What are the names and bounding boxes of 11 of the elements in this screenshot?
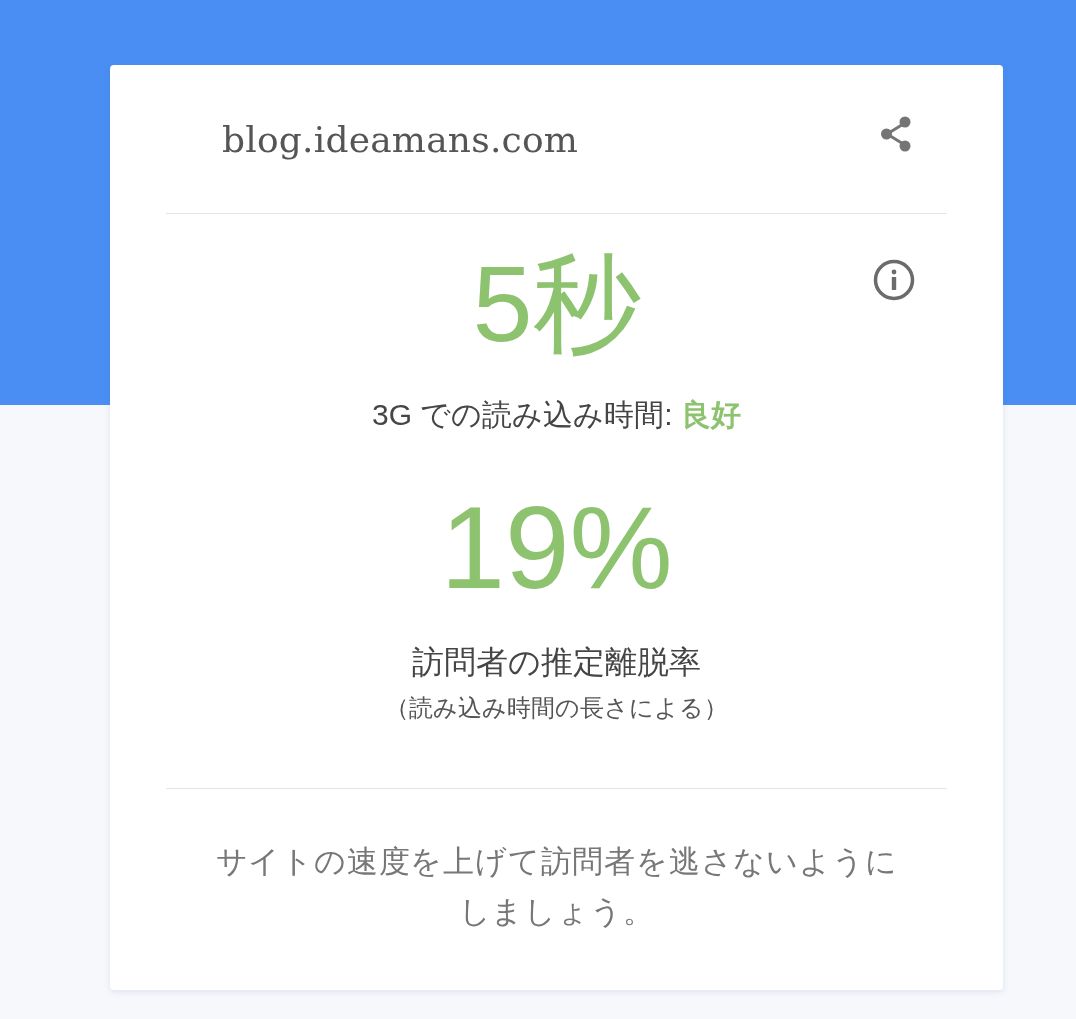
bounce-rate-note: （読み込み時間の長さによる） bbox=[384, 693, 729, 723]
load-time-value: 5秒 bbox=[472, 244, 641, 364]
site-domain: blog.ideamans.com bbox=[222, 118, 579, 160]
share-icon bbox=[880, 116, 912, 152]
bounce-rate-value: 19% bbox=[440, 486, 673, 610]
info-button[interactable] bbox=[873, 259, 915, 301]
load-time-caption: 3G での読み込み時間: 良好 bbox=[371, 397, 742, 433]
share-button[interactable] bbox=[880, 116, 912, 152]
footer-message: サイトの速度を上げて訪問者を逃さないようにしましょう。 bbox=[214, 843, 899, 931]
bounce-rate-title: 訪問者の推定離脱率 bbox=[411, 643, 702, 682]
info-icon bbox=[873, 259, 915, 301]
